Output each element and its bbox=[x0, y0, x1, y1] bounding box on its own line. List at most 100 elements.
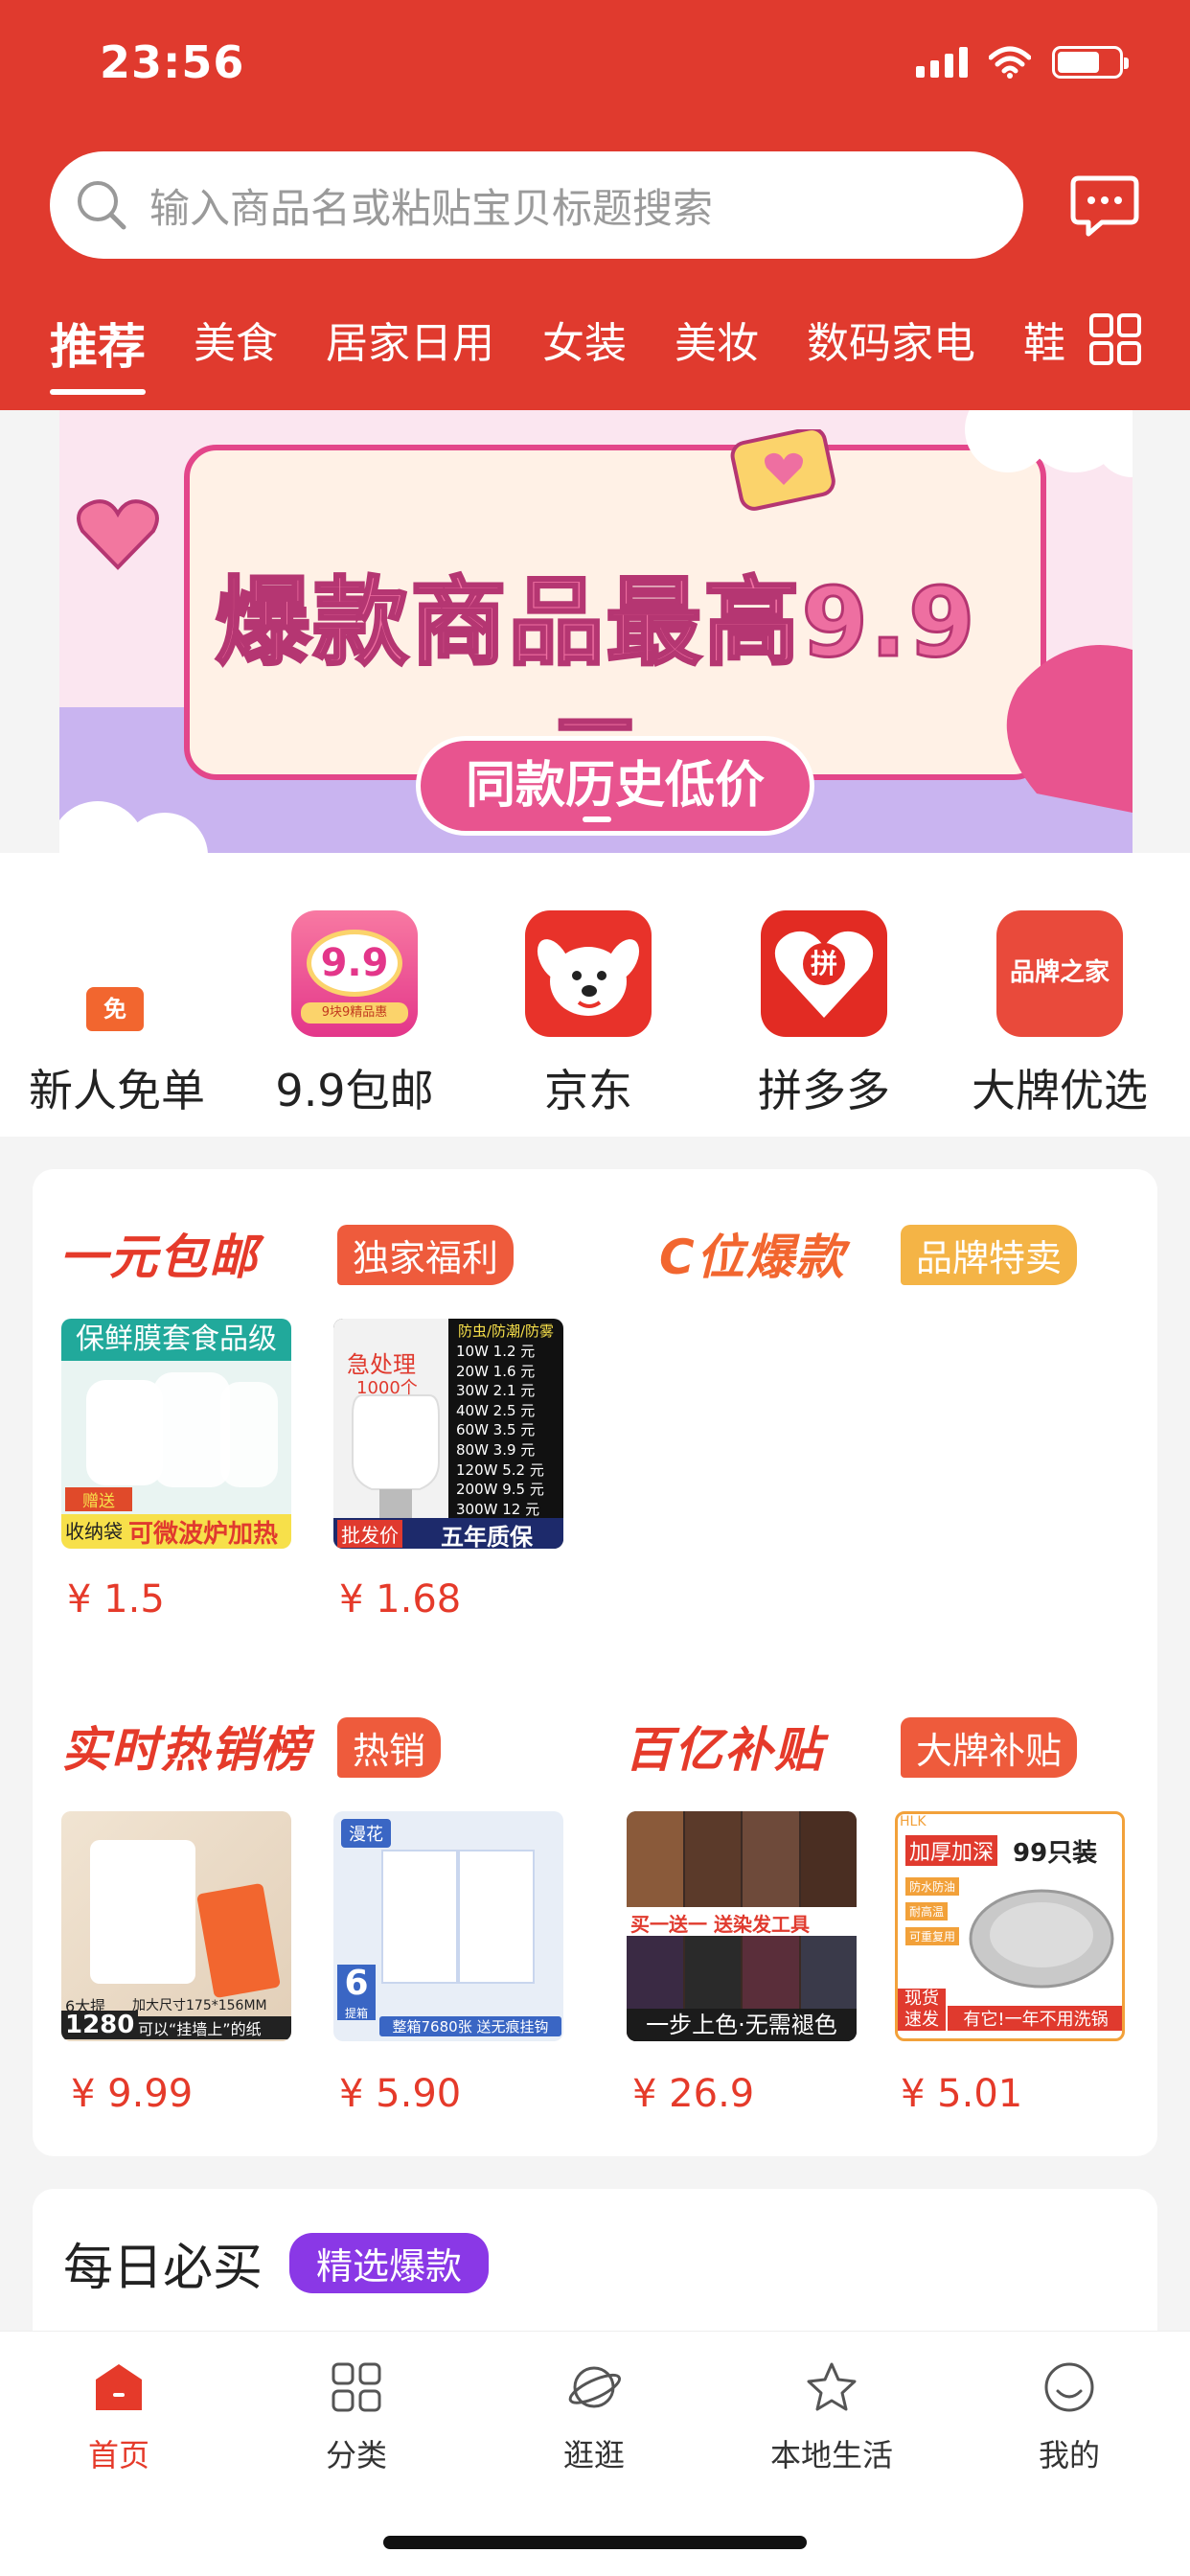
tab-womens-clothing[interactable]: 女装 bbox=[542, 309, 627, 370]
tab-shoes[interactable]: 鞋 bbox=[1023, 309, 1065, 370]
nav-home[interactable]: 首页 bbox=[23, 2358, 215, 2475]
product-price: ¥ 26.9 bbox=[632, 2072, 755, 2116]
quick-9-9-shipping[interactable]: 9.9 9块9精品惠 9.9包邮 bbox=[259, 910, 450, 1119]
chat-heart-icon bbox=[730, 429, 835, 511]
home-indicator bbox=[383, 2536, 807, 2549]
product-label: 一步上色·无需褪色 bbox=[627, 2009, 857, 2041]
nav-label: 我的 bbox=[1038, 2437, 1100, 2473]
quick-brand-select[interactable]: 品牌之家 大牌优选 bbox=[964, 910, 1156, 1119]
section-title-one-yuan[interactable]: 一元包邮 bbox=[59, 1219, 259, 1288]
price-row: 200W 9.5 元 bbox=[456, 1481, 544, 1499]
product-image-wrap-bulb[interactable]: 急处理 1000个 防虫/防潮/防雾 10W 1.2 元 20W 1.6 元 3… bbox=[333, 1319, 563, 1549]
quick-label: 新人免单 bbox=[29, 1065, 205, 1116]
cellular-signal-icon bbox=[916, 47, 968, 78]
nine-nine-icon: 9.9 9块9精品惠 bbox=[291, 910, 418, 1037]
price-row: 80W 3.9 元 bbox=[456, 1440, 536, 1459]
product-image-wrap-tissue[interactable]: 6大提 1280 加大尺寸175*156MM 可以“挂墙上”的纸 bbox=[61, 1811, 291, 2041]
price-list: 10W 1.2 元 20W 1.6 元 30W 2.1 元 40W 2.5 元 … bbox=[456, 1342, 563, 1519]
product-label: 买一送一 送染发工具 bbox=[630, 1913, 810, 1936]
section-badge: 热销 bbox=[337, 1717, 442, 1778]
deals-card: 一元包邮 独家福利 C位爆款 品牌特卖 保鲜膜套食品级 赠送 收纳袋 可微波炉加… bbox=[33, 1169, 1157, 2156]
product-label: 保鲜膜套食品级 bbox=[61, 1319, 291, 1361]
status-time: 23:56 bbox=[100, 36, 245, 88]
section-title-subsidy[interactable]: 百亿补贴 bbox=[625, 1712, 824, 1781]
nav-mine[interactable]: 我的 bbox=[973, 2358, 1165, 2475]
tab-digital[interactable]: 数码家电 bbox=[807, 309, 975, 370]
brand-home-text: 品牌之家 bbox=[1009, 958, 1110, 987]
light-bulb-icon bbox=[352, 1394, 440, 1518]
product-label: 赠送 bbox=[65, 1487, 132, 1511]
tab-food[interactable]: 美食 bbox=[194, 309, 278, 370]
product-image-wrap-hair-dye[interactable]: 买一送一 送染发工具 一步上色·无需褪色 bbox=[627, 1811, 857, 2041]
tissue-pack bbox=[90, 1840, 195, 1984]
section-badge: 大牌补贴 bbox=[901, 1717, 1078, 1778]
promo-banner[interactable]: 爆款商品最高9.9元 同款历史低价 bbox=[59, 410, 1133, 853]
product-label: 可以“挂墙上”的纸 bbox=[134, 2016, 291, 2039]
nav-label: 分类 bbox=[325, 2437, 387, 2473]
search-bar[interactable]: 输入商品名或粘贴宝贝标题搜索 bbox=[50, 151, 1023, 259]
tab-beauty[interactable]: 美妆 bbox=[675, 309, 759, 370]
product-price: ¥ 1.68 bbox=[339, 1577, 462, 1622]
cloud-top-decoration bbox=[965, 410, 1133, 477]
heart-icon bbox=[77, 499, 159, 570]
section-title-hot-sales[interactable]: 实时热销榜 bbox=[61, 1712, 310, 1781]
nav-label: 本地生活 bbox=[769, 2437, 893, 2473]
quick-label: 京东 bbox=[544, 1065, 632, 1116]
section-title-c-position[interactable]: C位爆款 bbox=[659, 1219, 846, 1288]
top-header: 23:56 输入商品名或粘贴宝贝标题搜索 推荐 美食 居家日用 女装 美妆 数码… bbox=[0, 0, 1190, 410]
banner-button[interactable]: 同款历史低价 bbox=[416, 736, 814, 836]
smile-face-icon bbox=[1044, 2362, 1094, 2412]
bag-shape bbox=[86, 1380, 163, 1485]
bag-shape bbox=[153, 1372, 230, 1487]
tab-household[interactable]: 居家日用 bbox=[326, 309, 494, 370]
product-image-wrap-bag[interactable]: 保鲜膜套食品级 赠送 收纳袋 可微波炉加热 bbox=[61, 1319, 291, 1549]
nav-browse[interactable]: 逛逛 bbox=[498, 2358, 690, 2475]
quick-pinduoduo[interactable]: 拼 拼多多 bbox=[728, 910, 920, 1119]
free-badge: 免 bbox=[86, 987, 144, 1031]
quick-label: 9.9包邮 bbox=[275, 1065, 434, 1116]
daily-badge[interactable]: 精选爆款 bbox=[289, 2233, 490, 2293]
product-label: 有它!一年不用洗锅 bbox=[948, 2006, 1122, 2031]
grid-menu-icon[interactable] bbox=[1088, 312, 1142, 366]
pinduoduo-icon-text: 拼 bbox=[810, 948, 837, 979]
nav-category[interactable]: 分类 bbox=[261, 2358, 452, 2475]
product-label: 可微波炉加热 bbox=[128, 1520, 279, 1549]
planet-icon bbox=[568, 2366, 622, 2408]
banner-indicator bbox=[583, 816, 611, 822]
section-badge: 独家福利 bbox=[337, 1225, 515, 1285]
nav-local-life[interactable]: 本地生活 bbox=[736, 2358, 927, 2475]
tissue-pack bbox=[458, 1850, 535, 1984]
section-badge: 品牌特卖 bbox=[901, 1225, 1078, 1285]
tab-recommend[interactable]: 推荐 bbox=[50, 309, 146, 395]
jd-dog-icon bbox=[525, 910, 652, 1037]
status-icons bbox=[916, 46, 1129, 79]
star-icon bbox=[807, 2362, 857, 2411]
bag-shape bbox=[220, 1382, 278, 1487]
product-price: ¥ 5.90 bbox=[339, 2072, 462, 2116]
product-label: HLK bbox=[900, 1814, 927, 1829]
home-icon bbox=[96, 2364, 142, 2410]
quick-new-user-free[interactable]: 免 新人免单 bbox=[21, 910, 213, 1119]
product-image-wrap-tissue-box[interactable]: 漫花 6 提箱 整箱7680张 送无痕挂钩 bbox=[333, 1811, 563, 2041]
quick-jd[interactable]: 京东 bbox=[492, 910, 684, 1119]
product-label: 收纳袋 bbox=[65, 1520, 123, 1543]
price-row: 300W 12 元 bbox=[456, 1500, 540, 1518]
product-label: 防虫/防潮/防雾 bbox=[457, 1322, 555, 1340]
product-label: 提箱 bbox=[344, 2007, 368, 2020]
product-label: 加大尺寸175*156MM bbox=[132, 1998, 267, 2013]
quick-label: 大牌优选 bbox=[972, 1065, 1148, 1116]
product-tag: 五年质保 bbox=[441, 1524, 533, 1549]
pinduoduo-icon: 拼 bbox=[761, 910, 887, 1037]
nine-nine-text: 9.9 bbox=[307, 930, 402, 997]
tissue-pack bbox=[381, 1850, 458, 1984]
product-image-wrap-foil-tray[interactable]: HLK 加厚加深 99只装 防水防油 耐高温 可重复用 现货速发 有它!一年不用… bbox=[895, 1811, 1125, 2041]
product-price: ¥ 1.5 bbox=[67, 1577, 165, 1622]
wifi-icon bbox=[989, 46, 1031, 79]
quick-links: 免 新人免单 9.9 9块9精品惠 9.9包邮 京东 拼 拼多多 品牌之家 大牌… bbox=[0, 853, 1190, 1137]
product-feature: 可重复用 bbox=[905, 1927, 960, 1945]
nav-label: 逛逛 bbox=[562, 2437, 625, 2473]
search-placeholder: 输入商品名或粘贴宝贝标题搜索 bbox=[149, 184, 714, 232]
product-tag: 现货速发 bbox=[898, 1989, 946, 2031]
product-feature: 防水防油 bbox=[905, 1877, 960, 1896]
message-icon[interactable] bbox=[1069, 171, 1140, 242]
